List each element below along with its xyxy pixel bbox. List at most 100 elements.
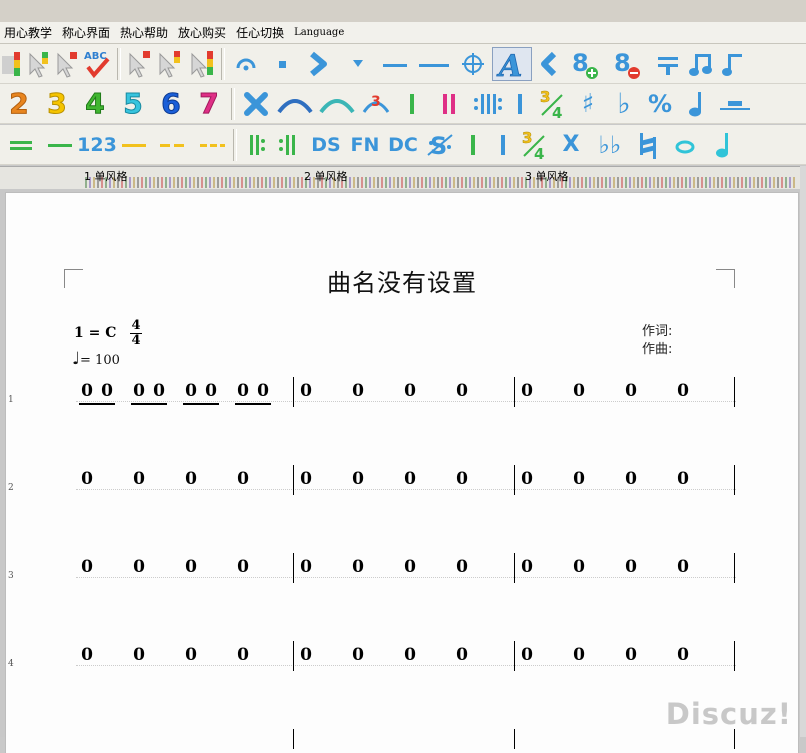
rest-note[interactable]: 0 bbox=[624, 645, 638, 665]
select-arrow-red-icon[interactable] bbox=[52, 47, 80, 81]
rest-note[interactable]: 0 bbox=[256, 381, 270, 401]
rest-note[interactable]: 0 bbox=[132, 645, 146, 665]
rest-note[interactable]: 0 bbox=[455, 381, 469, 401]
rest-note[interactable]: 0 bbox=[676, 645, 690, 665]
x-button[interactable]: X bbox=[552, 128, 590, 162]
text-A-button[interactable]: A bbox=[492, 46, 532, 81]
rest-note[interactable]: 0 bbox=[184, 645, 198, 665]
barline[interactable] bbox=[293, 377, 294, 407]
rest-note[interactable]: 0 bbox=[351, 557, 365, 577]
green-bar-icon[interactable] bbox=[458, 128, 488, 162]
digit-3-button[interactable]: 3 bbox=[38, 87, 76, 121]
rest-note[interactable]: 0 bbox=[403, 557, 417, 577]
rest-note[interactable]: 0 bbox=[624, 557, 638, 577]
natural-icon[interactable] bbox=[630, 128, 666, 162]
barline[interactable] bbox=[293, 729, 294, 749]
menu-language[interactable]: Language bbox=[290, 27, 350, 38]
double-barline-icon[interactable] bbox=[430, 87, 468, 121]
tenuto-icon[interactable] bbox=[650, 47, 686, 81]
rest-note[interactable]: 0 bbox=[455, 469, 469, 489]
delete-x-icon[interactable] bbox=[238, 87, 274, 121]
rest-note[interactable]: 0 bbox=[520, 381, 534, 401]
menu-interface[interactable]: 称心界面 bbox=[58, 24, 116, 41]
key-signature[interactable]: 1 = C bbox=[74, 325, 116, 341]
digit-6-button[interactable]: 6 bbox=[152, 87, 190, 121]
rest-note[interactable]: 0 bbox=[132, 469, 146, 489]
sharp-button[interactable]: ♯ bbox=[570, 87, 606, 121]
single-line-icon[interactable] bbox=[42, 128, 78, 162]
digit-7-button[interactable]: 7 bbox=[190, 87, 228, 121]
crosshair-icon[interactable] bbox=[454, 47, 492, 81]
barline[interactable] bbox=[293, 553, 294, 583]
rest-note[interactable]: 0 bbox=[572, 469, 586, 489]
double-line-icon[interactable] bbox=[0, 128, 42, 162]
rest-note[interactable]: 0 bbox=[351, 645, 365, 665]
numbers-123-button[interactable]: 123 bbox=[77, 128, 117, 162]
rest-note[interactable]: 0 bbox=[351, 381, 365, 401]
tie-icon[interactable] bbox=[316, 87, 358, 121]
rest-note[interactable]: 0 bbox=[184, 557, 198, 577]
barline[interactable] bbox=[293, 641, 294, 671]
rest-note[interactable]: 0 bbox=[80, 381, 94, 401]
rest-note[interactable]: 0 bbox=[132, 381, 146, 401]
ruler-section-3[interactable]: 3 单风格 bbox=[525, 168, 569, 184]
rest-note[interactable]: 0 bbox=[299, 381, 313, 401]
single-barline-icon[interactable] bbox=[394, 87, 430, 121]
rest-note[interactable]: 0 bbox=[80, 469, 94, 489]
fermata-icon[interactable] bbox=[228, 47, 264, 81]
rest-note[interactable]: 0 bbox=[299, 469, 313, 489]
digit-2-button[interactable]: 2 bbox=[0, 87, 38, 121]
digit-5-button[interactable]: 5 bbox=[114, 87, 152, 121]
decrescendo-chevron-icon[interactable] bbox=[532, 47, 566, 81]
rest-note[interactable]: 0 bbox=[80, 645, 94, 665]
rest-note[interactable]: 0 bbox=[132, 557, 146, 577]
rest-note[interactable]: 0 bbox=[520, 469, 534, 489]
dash-short-icon[interactable] bbox=[376, 47, 414, 81]
rest-note[interactable]: 0 bbox=[100, 381, 114, 401]
score-page[interactable]: 曲名没有设置 1 = C 4 4 ♩= 100 作词: 作曲: 10000000… bbox=[6, 193, 798, 753]
eighth-notes-icon[interactable] bbox=[686, 47, 720, 81]
accent-chevron-icon[interactable] bbox=[300, 47, 340, 81]
select-arrow-color-icon[interactable] bbox=[154, 47, 186, 81]
rest-note[interactable]: 0 bbox=[624, 469, 638, 489]
time-signature-3-4-green-icon[interactable]: 34 bbox=[518, 128, 552, 162]
barline[interactable] bbox=[293, 465, 294, 495]
add-segment-icon[interactable]: 8 bbox=[566, 47, 608, 81]
rest-note[interactable]: 0 bbox=[152, 381, 166, 401]
barline[interactable] bbox=[734, 641, 735, 671]
slur-icon[interactable] bbox=[274, 87, 316, 121]
ruler-section-1[interactable]: 1 单风格 bbox=[84, 168, 128, 184]
repeat-start-icon[interactable] bbox=[240, 128, 272, 162]
barline[interactable] bbox=[734, 465, 735, 495]
barline[interactable] bbox=[734, 553, 735, 583]
rest-note[interactable]: 0 bbox=[403, 645, 417, 665]
composer-label[interactable]: 作曲: bbox=[642, 338, 672, 357]
rest-note[interactable]: 0 bbox=[676, 557, 690, 577]
rest-note[interactable]: 0 bbox=[80, 557, 94, 577]
menu-switch[interactable]: 任心切换 bbox=[232, 24, 290, 41]
triangle-down-icon[interactable] bbox=[340, 47, 376, 81]
half-note-icon[interactable] bbox=[704, 128, 740, 162]
menu-help[interactable]: 热心帮助 bbox=[116, 24, 174, 41]
dc-button[interactable]: DC bbox=[384, 128, 422, 162]
rest-note[interactable]: 0 bbox=[299, 557, 313, 577]
rest-note[interactable]: 0 bbox=[299, 645, 313, 665]
fn-button[interactable]: FN bbox=[346, 128, 384, 162]
spell-check-icon[interactable]: ABC bbox=[80, 47, 114, 81]
percent-button[interactable]: % bbox=[642, 87, 678, 121]
menu-teaching[interactable]: 用心教学 bbox=[0, 24, 58, 41]
menu-purchase[interactable]: 放心购买 bbox=[174, 24, 232, 41]
time-signature-3-4-icon[interactable]: 34 bbox=[536, 87, 570, 121]
page-title[interactable]: 曲名没有设置 bbox=[6, 263, 798, 298]
tempo-marking[interactable]: ♩= 100 bbox=[72, 349, 120, 369]
select-arrow-traffic-icon[interactable] bbox=[186, 47, 218, 81]
blue-bar-icon[interactable] bbox=[488, 128, 518, 162]
yellow-dashed-line-icon[interactable] bbox=[154, 128, 194, 162]
scrollbar-track[interactable] bbox=[800, 166, 806, 737]
rest-bar-icon[interactable] bbox=[716, 87, 752, 121]
arrow-traffic-light-icon[interactable] bbox=[0, 47, 24, 81]
barline[interactable] bbox=[514, 465, 515, 495]
lyricist-label[interactable]: 作词: bbox=[642, 320, 672, 339]
rest-note[interactable]: 0 bbox=[455, 645, 469, 665]
select-arrow-icon[interactable] bbox=[24, 47, 52, 81]
